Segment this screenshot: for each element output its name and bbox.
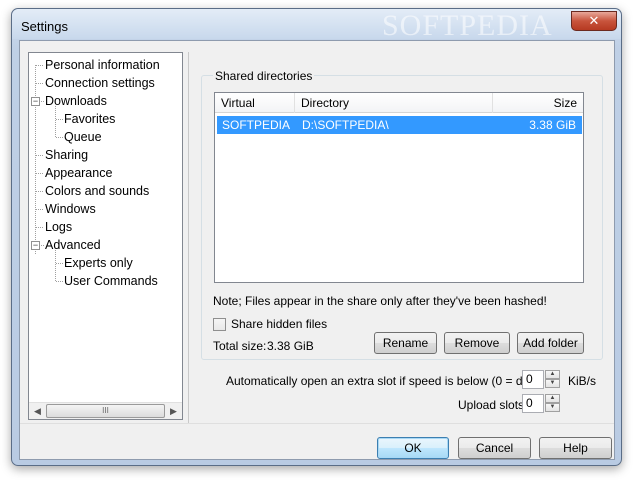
list-row[interactable]: SOFTPEDIA D:\SOFTPEDIA\ 3.38 GiB (217, 116, 582, 134)
scroll-right-icon[interactable]: ▶ (165, 403, 182, 419)
remove-button[interactable]: Remove (444, 332, 510, 354)
share-hidden-label[interactable]: Share hidden files (231, 317, 327, 331)
cancel-button[interactable]: Cancel (458, 437, 531, 459)
tree-item-queue[interactable]: Queue (64, 129, 102, 146)
close-button[interactable]: ✕ (571, 11, 617, 31)
advanced-collapse-icon[interactable]: − (31, 241, 40, 250)
tree-item-appearance[interactable]: Appearance (45, 165, 112, 182)
footer-separator (20, 423, 614, 424)
tree-horizontal-scrollbar[interactable]: ◀ III ▶ (29, 402, 182, 419)
shared-directories-list[interactable]: Virtual name Directory Size SOFTPEDIA D:… (214, 92, 584, 283)
tree-item-experts-only[interactable]: Experts only (64, 255, 133, 272)
column-virtual-name[interactable]: Virtual name (215, 93, 295, 130)
tree-item-colors-and-sounds[interactable]: Colors and sounds (45, 183, 149, 200)
tree-item-downloads[interactable]: Downloads (45, 93, 107, 110)
panel-divider (188, 52, 189, 424)
downloads-collapse-icon[interactable]: − (31, 97, 40, 106)
scroll-left-icon[interactable]: ◀ (29, 403, 46, 419)
column-size[interactable]: Size (493, 93, 583, 113)
row-directory: D:\SOFTPEDIA\ (302, 118, 389, 132)
speed-unit-label: KiB/s (568, 374, 597, 388)
dialog-client-area: − − Personal information Connection sett… (19, 40, 615, 460)
tree-item-logs[interactable]: Logs (45, 219, 72, 236)
row-virtual-name: SOFTPEDIA (222, 118, 291, 132)
scrollbar-thumb[interactable]: III (46, 404, 165, 418)
total-size-label: Total size: (213, 339, 267, 353)
add-folder-button[interactable]: Add folder (517, 332, 584, 354)
tree-item-favorites[interactable]: Favorites (64, 111, 115, 128)
upload-slots-label: Upload slots (458, 398, 525, 412)
window-title: Settings (21, 19, 68, 34)
tree-item-user-commands[interactable]: User Commands (64, 273, 158, 290)
total-size-value: 3.38 GiB (267, 339, 314, 353)
row-size: 3.38 GiB (529, 118, 576, 132)
settings-window: Settings SOFTPEDIA ✕ − − Personal inform… (11, 8, 622, 466)
tree-item-advanced[interactable]: Advanced (45, 237, 101, 254)
hash-note: Note; Files appear in the share only aft… (213, 294, 547, 308)
spin-down-icon[interactable]: ▼ (545, 403, 560, 412)
shared-directories-title: Shared directories (213, 69, 315, 83)
ok-button[interactable]: OK (377, 437, 449, 459)
extra-slot-speed-spinner[interactable]: ▲ ▼ (545, 370, 560, 389)
column-directory[interactable]: Directory (295, 93, 493, 113)
list-header: Virtual name Directory Size (215, 93, 583, 130)
watermark: SOFTPEDIA (382, 9, 553, 42)
share-hidden-checkbox[interactable] (213, 318, 226, 331)
title-bar[interactable]: Settings SOFTPEDIA ✕ (12, 9, 621, 42)
help-button[interactable]: Help (539, 437, 612, 459)
tree-item-sharing[interactable]: Sharing (45, 147, 89, 164)
extra-slot-speed-label: Automatically open an extra slot if spee… (226, 374, 558, 388)
tree-item-connection-settings[interactable]: Connection settings (45, 75, 155, 92)
upload-slots-spinner[interactable]: ▲ ▼ (545, 394, 560, 413)
spin-up-icon[interactable]: ▲ (545, 370, 560, 379)
spin-down-icon[interactable]: ▼ (545, 379, 560, 388)
spin-up-icon[interactable]: ▲ (545, 394, 560, 403)
extra-slot-speed-input[interactable]: 0 (522, 370, 544, 389)
tree-item-personal-information[interactable]: Personal information (45, 57, 160, 74)
rename-button[interactable]: Rename (374, 332, 437, 354)
settings-tree[interactable]: − − Personal information Connection sett… (28, 52, 183, 420)
tree-item-windows[interactable]: Windows (45, 201, 96, 218)
upload-slots-input[interactable]: 0 (522, 394, 544, 413)
